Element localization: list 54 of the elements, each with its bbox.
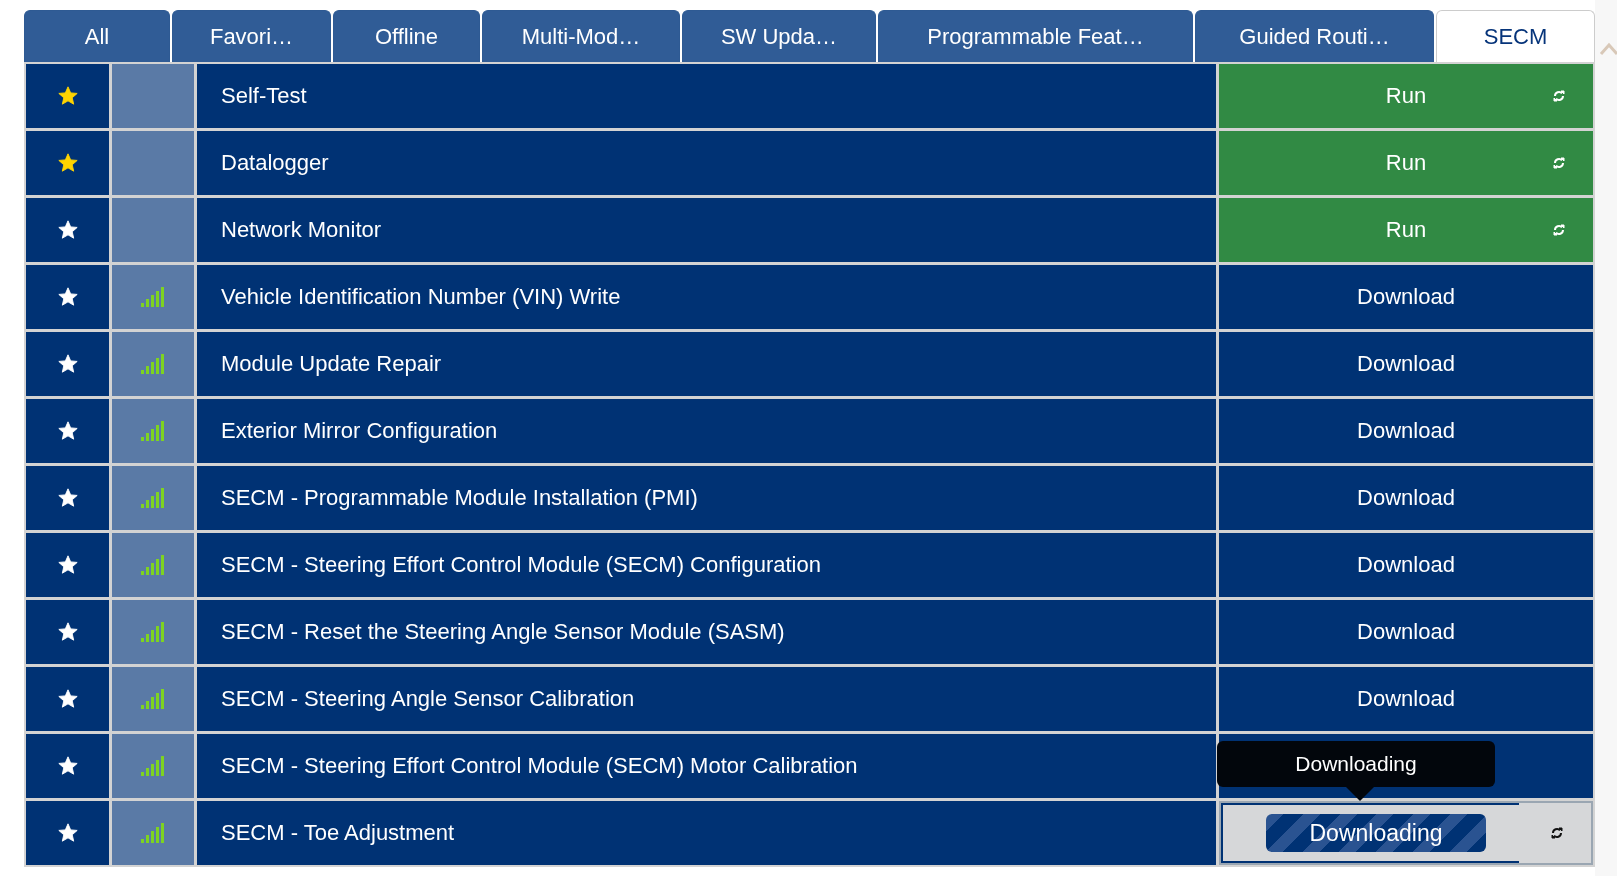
tooltip-arrow-icon [1346,787,1374,801]
star-icon[interactable] [56,554,79,576]
download-button[interactable]: Download [1219,265,1593,329]
signal-bars-icon [141,756,165,776]
star-icon[interactable] [56,286,79,308]
download-button[interactable]: Download [1219,667,1593,731]
star-icon[interactable] [56,755,79,777]
run-button[interactable]: Run [1219,131,1593,195]
tab[interactable]: Programmable Feat… [878,10,1193,62]
signal-bars-icon [141,622,165,642]
star-icon[interactable] [56,487,79,509]
routine-name: Self-Test [197,64,1216,128]
tab[interactable]: Multi-Mod… [482,10,680,62]
star-icon[interactable] [56,420,79,442]
signal-bars-icon [141,354,165,374]
tab[interactable]: All [24,10,170,62]
routine-name: Network Monitor [197,198,1216,262]
download-button[interactable]: Download [1219,332,1593,396]
routine-name: SECM - Steering Effort Control Module (SECM) Configuration [197,533,1216,597]
tab[interactable]: Guided Routi… [1195,10,1434,62]
download-button[interactable]: Download [1219,399,1593,463]
signal-bars-icon [141,488,165,508]
routine-name: SECM - Toe Adjustment [197,801,1216,865]
star-icon[interactable] [56,822,79,844]
download-button[interactable]: Download [1219,466,1593,530]
routine-name: Vehicle Identification Number (VIN) Write [197,265,1216,329]
routine-name: SECM - Reset the Steering Angle Sensor Module (SASM) [197,600,1216,664]
routine-name: Module Update Repair [197,332,1216,396]
star-icon[interactable] [56,152,79,174]
star-icon[interactable] [56,353,79,375]
tab[interactable]: Favori… [172,10,331,62]
run-button[interactable]: Run [1219,64,1593,128]
tab[interactable]: Offline [333,10,480,62]
routine-name: SECM - Steering Angle Sensor Calibration [197,667,1216,731]
run-button[interactable]: Run [1219,198,1593,262]
signal-bars-icon [141,823,165,843]
signal-bars-icon [141,555,165,575]
tab[interactable]: SW Upda… [682,10,876,62]
star-icon[interactable] [56,219,79,241]
refresh-icon[interactable] [1551,827,1563,839]
signal-bars-icon [141,421,165,441]
signal-bars-icon [141,287,165,307]
tab[interactable]: SECM [1436,10,1595,62]
routine-name: SECM - Steering Effort Control Module (SECM) Motor Calibration [197,734,1216,798]
signal-bars-icon [141,689,165,709]
routine-name: Datalogger [197,131,1216,195]
star-icon[interactable] [56,621,79,643]
star-icon[interactable] [56,85,79,107]
download-button[interactable]: Download [1219,600,1593,664]
star-icon[interactable] [56,688,79,710]
routine-name: Exterior Mirror Configuration [197,399,1216,463]
download-button[interactable]: Download [1219,533,1593,597]
routine-name: SECM - Programmable Module Installation (PMI) [197,466,1216,530]
downloading-button[interactable]: Downloading [1266,814,1486,852]
